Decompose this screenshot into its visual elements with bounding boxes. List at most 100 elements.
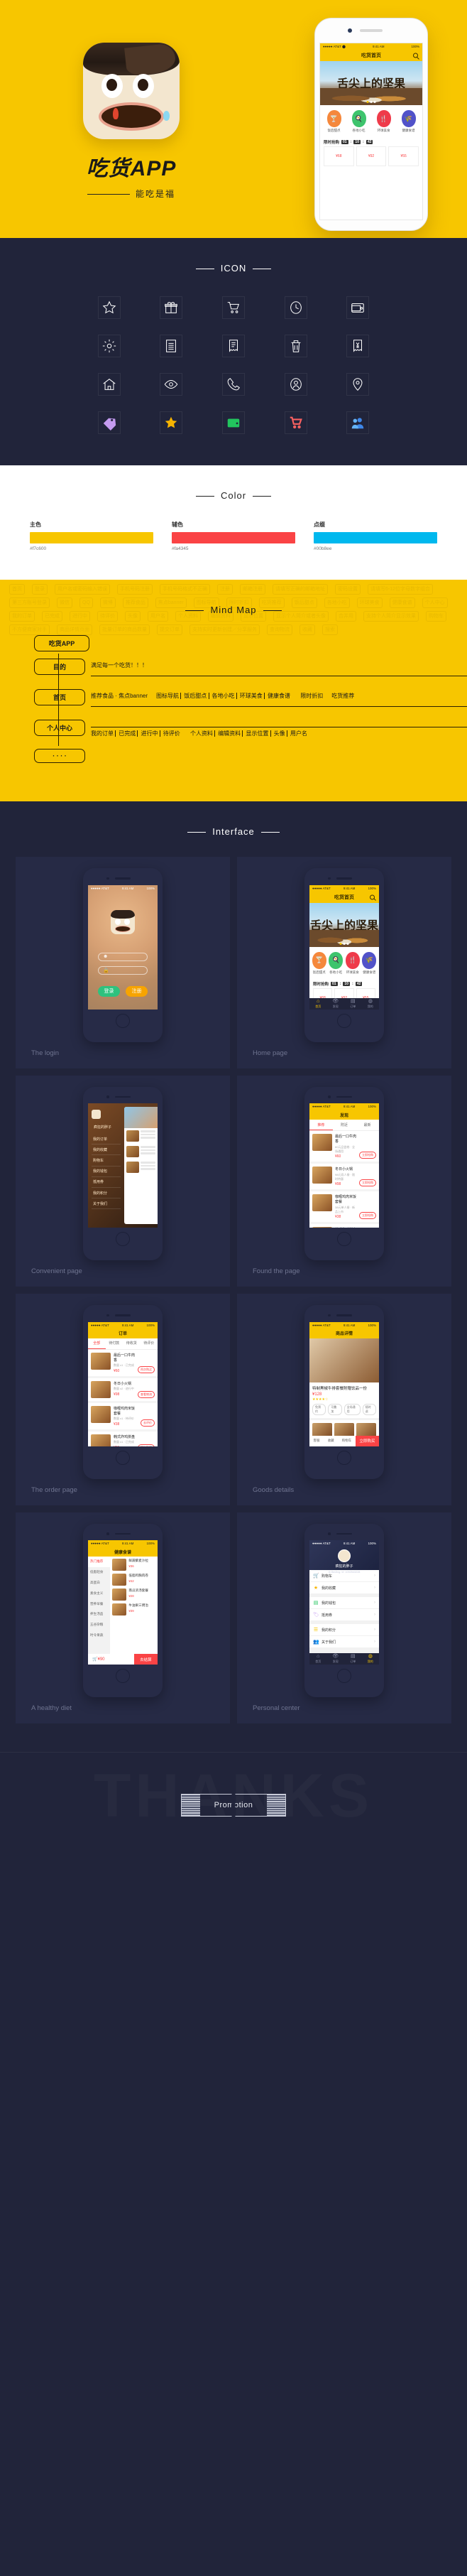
category-item[interactable]: 🍸 饭后甜点 <box>326 110 341 133</box>
promotion-banner[interactable]: Promotion <box>180 1794 287 1817</box>
cart-outline-icon[interactable] <box>221 296 245 319</box>
icon-cell[interactable] <box>141 335 203 357</box>
drawer-item[interactable]: 我的积分 <box>92 1188 121 1199</box>
hero-banner[interactable]: 舌尖上的坚果 <box>320 61 422 105</box>
dish-item[interactable]: 牛油果三明治 ¥39 <box>112 1603 155 1616</box>
banner-dots[interactable] <box>366 101 376 103</box>
category-item[interactable]: 🍴 环球美食 <box>376 110 391 133</box>
customer-service-button[interactable]: 客服 <box>314 1439 320 1443</box>
category-item[interactable]: 🍳 各地小吃 <box>351 110 366 133</box>
banner-dots[interactable] <box>339 942 349 945</box>
item-action[interactable]: 立即抢购 <box>359 1212 376 1219</box>
wallet-filled-icon[interactable] <box>221 411 245 434</box>
menu-item-favorites[interactable]: ★ 我的收藏 › <box>309 1582 379 1594</box>
home-button[interactable] <box>337 1450 351 1465</box>
order-row[interactable]: 咖喱鸡肉米饭套餐 数量 x1 · 待评价 ¥38 去评价 <box>88 1402 158 1429</box>
tab-discover[interactable]: 👁 发现 <box>327 1654 345 1664</box>
icon-cell[interactable] <box>202 373 265 396</box>
clock-outline-icon[interactable] <box>284 296 307 319</box>
tab-orders[interactable]: ▤ 订单 <box>344 1654 362 1664</box>
category-item[interactable]: 🌾 健康食谱 <box>362 951 377 975</box>
icon-cell[interactable] <box>265 335 327 357</box>
checkout-button[interactable]: 去结算 <box>133 1654 158 1665</box>
list-item[interactable]: 咖喱鸡肉米饭套餐 38元单人餐 · 新品上市 ¥38 立即抢购 <box>309 1191 379 1222</box>
tab-home[interactable]: ⌂ 首页 <box>309 1654 327 1664</box>
dish-item[interactable]: 低脂鸡胸肉卷 ¥42 <box>112 1574 155 1586</box>
password-input[interactable]: 🔒 <box>98 965 148 975</box>
order-action[interactable]: 查看物流 <box>138 1390 155 1398</box>
tab-discover[interactable]: 👁 发现 <box>327 999 345 1009</box>
list-item[interactable]: 冬日小火锅 98元双人餐 · 限时特惠 ¥98 立即抢购 <box>309 1164 379 1189</box>
sidebar-item[interactable]: 养生汤品 <box>88 1609 110 1620</box>
order-row[interactable]: 冬日小火锅 数量 x2 · 进行中 ¥98 查看物流 <box>88 1378 158 1401</box>
tab-mine[interactable]: ◍ 我的 <box>362 999 380 1009</box>
order-action[interactable]: 再次购买 <box>138 1444 155 1446</box>
icon-cell[interactable] <box>78 335 141 357</box>
icon-cell[interactable] <box>326 411 389 434</box>
gear-outline-icon[interactable] <box>97 335 121 357</box>
icon-cell[interactable] <box>265 373 327 396</box>
order-row[interactable]: 最后一口牛肉香 数量 x1 · 已完成 ¥60 再次购买 <box>88 1349 158 1376</box>
flash-card[interactable]: ¥92 <box>356 146 387 166</box>
icon-cell[interactable] <box>326 373 389 396</box>
home-button[interactable] <box>116 1232 130 1246</box>
drawer-item[interactable]: 我的收藏 <box>92 1144 121 1156</box>
tab-nearby[interactable]: 附近 <box>333 1120 356 1130</box>
search-icon[interactable] <box>370 894 375 899</box>
yen-receipt-outline-icon[interactable] <box>346 335 370 357</box>
sidebar-item[interactable]: 高蛋白 <box>88 1578 110 1589</box>
category-item[interactable]: 🌾 健康食谱 <box>401 110 416 133</box>
star-filled-icon[interactable] <box>160 411 183 434</box>
icon-cell[interactable] <box>141 296 203 319</box>
home-button[interactable] <box>116 1669 130 1683</box>
sidebar-item[interactable]: 低脂轻食 <box>88 1567 110 1578</box>
home-button[interactable] <box>337 1669 351 1683</box>
icon-cell[interactable] <box>265 296 327 319</box>
tab-recommend[interactable]: 推荐 <box>309 1120 333 1130</box>
icon-cell[interactable] <box>202 411 265 434</box>
icon-cell[interactable] <box>326 335 389 357</box>
item-action[interactable]: 立即抢购 <box>359 1179 376 1186</box>
category-item[interactable]: 🍸 饭后甜点 <box>312 951 326 975</box>
home-button[interactable] <box>337 1013 351 1028</box>
gift-outline-icon[interactable] <box>160 296 183 319</box>
receipt-outline-icon[interactable] <box>221 335 245 357</box>
eye-outline-icon[interactable] <box>160 373 183 396</box>
username-input[interactable]: ☻ <box>98 952 148 961</box>
icon-cell[interactable] <box>78 296 141 319</box>
list-item[interactable]: 最后一口牛肉香 60元品尝卷 · 全场通用 ¥60 立即抢购 <box>309 1131 379 1162</box>
icon-cell[interactable] <box>141 373 203 396</box>
menu-item-about[interactable]: 👥 关于我们 › <box>309 1636 379 1648</box>
search-icon[interactable] <box>413 53 418 58</box>
icon-cell[interactable] <box>78 373 141 396</box>
users-filled-icon[interactable] <box>346 411 370 434</box>
goods-thumb[interactable] <box>312 1422 332 1437</box>
cart-filled-icon[interactable] <box>284 411 307 434</box>
item-action[interactable]: 立即抢购 <box>359 1152 376 1159</box>
tab-home[interactable]: ⌂ 首页 <box>309 999 327 1009</box>
order-action[interactable]: 去评价 <box>141 1419 155 1427</box>
register-button[interactable]: 注册 <box>126 985 148 997</box>
document-outline-icon[interactable] <box>160 335 183 357</box>
tab-newest[interactable]: 最新 <box>356 1120 379 1130</box>
tab-review[interactable]: 待评价 <box>141 1338 158 1349</box>
flash-card[interactable]: ¥68 <box>324 146 354 166</box>
order-row[interactable]: 韩式炸鸡拼盘数量 x1 · 已完成¥55再次购买 <box>88 1431 158 1446</box>
icon-cell[interactable] <box>141 411 203 434</box>
location-pin-outline-icon[interactable] <box>346 373 370 396</box>
home-button[interactable] <box>116 1013 130 1028</box>
phone-outline-icon[interactable] <box>221 373 245 396</box>
favorite-button[interactable]: 收藏 <box>328 1439 334 1443</box>
sidebar-item[interactable]: 五谷杂粮 <box>88 1620 110 1630</box>
category-item[interactable]: 🍴 环球美食 <box>345 951 360 975</box>
tag-filled-icon[interactable] <box>97 411 121 434</box>
menu-item-wallet[interactable]: ▤ 我的钱包 › <box>309 1597 379 1609</box>
dish-item[interactable]: 南瓜浓汤套餐 ¥28 <box>112 1589 155 1601</box>
menu-item-points[interactable]: ☰ 我的积分 › <box>309 1624 379 1636</box>
trash-outline-icon[interactable] <box>284 335 307 357</box>
drawer-user[interactable]: 疯狂的胖子 <box>92 1108 121 1134</box>
user-outline-icon[interactable] <box>284 373 307 396</box>
tab-mine[interactable]: ◍ 我的 <box>362 1654 380 1664</box>
tab-all[interactable]: 全部 <box>88 1338 106 1349</box>
tab-shipping[interactable]: 待收货 <box>123 1338 141 1349</box>
